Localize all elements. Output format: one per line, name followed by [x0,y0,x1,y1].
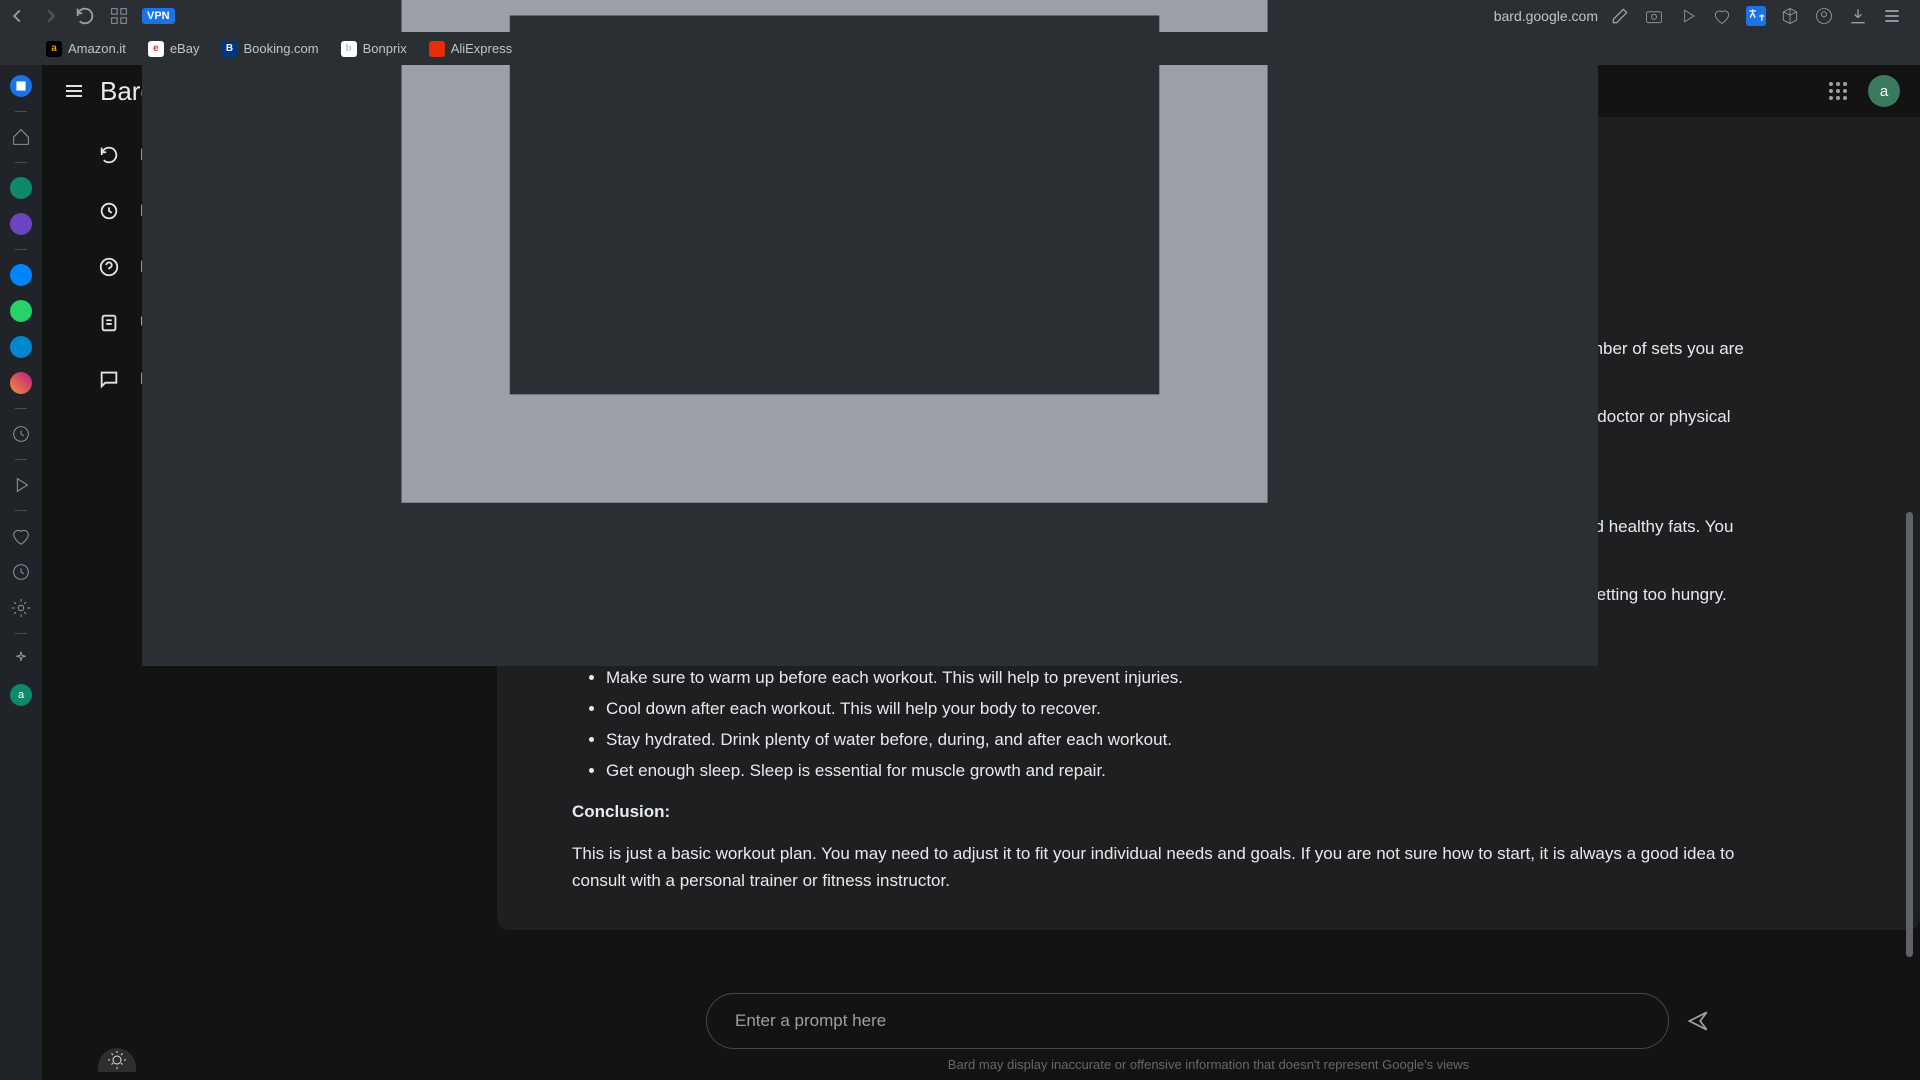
list-item: Make sure to warm up before each workout… [606,664,1785,691]
url-text: bard.google.com [1494,8,1598,24]
back-button[interactable] [6,5,28,27]
url-display[interactable]: VPN bard.google.com [142,0,1598,666]
reload-button[interactable] [74,5,96,27]
bookmark-aliexpress[interactable]: AliExpress [429,41,512,57]
profile-icon[interactable] [1814,6,1834,26]
heart-icon[interactable] [1712,6,1732,26]
address-bar: VPN bard.google.com [0,0,1920,32]
dock-wa2[interactable] [10,300,32,322]
grid-button[interactable] [108,5,130,27]
hamburger-icon[interactable] [62,79,86,103]
prompt-box[interactable] [706,993,1669,1049]
prompt-input[interactable] [735,1011,1640,1031]
translate-icon[interactable] [1746,6,1766,26]
input-area: Bard may display inaccurate or offensive… [497,975,1920,1080]
dock-app1[interactable] [10,75,32,97]
heart-dock-icon[interactable] [10,525,32,547]
updates-icon [98,312,120,334]
send-button[interactable] [1685,1008,1711,1034]
dock-messenger[interactable] [10,264,32,286]
download-icon[interactable] [1848,6,1868,26]
dock-divider [15,510,27,511]
dock-divider [15,249,27,250]
bookmarks-bar: aAmazon.it eeBay BBooking.com bBonprix A… [0,32,1920,65]
browser-sidebar: a [0,65,42,1080]
disclaimer-text: Bard may display inaccurate or offensive… [948,1057,1469,1072]
google-apps-icon[interactable] [1826,79,1850,103]
bookmark-bonprix[interactable]: bBonprix [341,41,407,57]
dock-avatar[interactable]: a [10,684,32,706]
dock-divider [15,162,27,163]
dock-whatsapp[interactable] [10,177,32,199]
heading-conclusion: Conclusion: [572,798,1785,825]
activity-icon [98,200,120,222]
menu-icon[interactable] [1882,6,1902,26]
play-icon[interactable] [1678,6,1698,26]
cube-icon[interactable] [1780,6,1800,26]
sparkle-icon[interactable] [10,648,32,670]
faq-icon [98,256,120,278]
vpn-badge: VPN [142,8,175,24]
toolbar-right [1610,6,1914,26]
user-avatar[interactable]: a [1868,75,1900,107]
bookmark-amazon[interactable]: aAmazon.it [46,41,126,57]
camera-icon[interactable] [1644,6,1664,26]
dock-telegram[interactable] [10,336,32,358]
dock-divider [15,633,27,634]
list-item: Stay hydrated. Drink plenty of water bef… [606,726,1785,753]
home-icon[interactable] [10,126,32,148]
dock-divider [15,111,27,112]
browser-chrome: VPN bard.google.com aAmazon.it eeBay BBo… [0,0,1920,65]
bookmark-ebay[interactable]: eeBay [148,41,200,57]
reset-icon [98,144,120,166]
history-icon[interactable] [10,561,32,583]
settings-icon[interactable] [10,597,32,619]
dock-divider [15,408,27,409]
help-icon [98,368,120,390]
play-dock-icon[interactable] [10,474,32,496]
scrollbar-thumb[interactable] [1906,512,1913,957]
dock-divider [15,459,27,460]
dock-app2[interactable] [10,213,32,235]
edit-icon[interactable] [1610,6,1630,26]
theme-toggle[interactable] [98,1048,136,1072]
lock-icon [185,0,1484,666]
list-item: Cool down after each workout. This will … [606,695,1785,722]
clock-icon[interactable] [10,423,32,445]
list-item: Get enough sleep. Sleep is essential for… [606,757,1785,784]
paragraph: This is just a basic workout plan. You m… [572,840,1785,894]
bookmark-booking[interactable]: BBooking.com [221,41,318,57]
tips-list: Make sure to warm up before each workout… [572,664,1785,785]
dock-instagram[interactable] [10,372,32,394]
forward-button[interactable] [40,5,62,27]
